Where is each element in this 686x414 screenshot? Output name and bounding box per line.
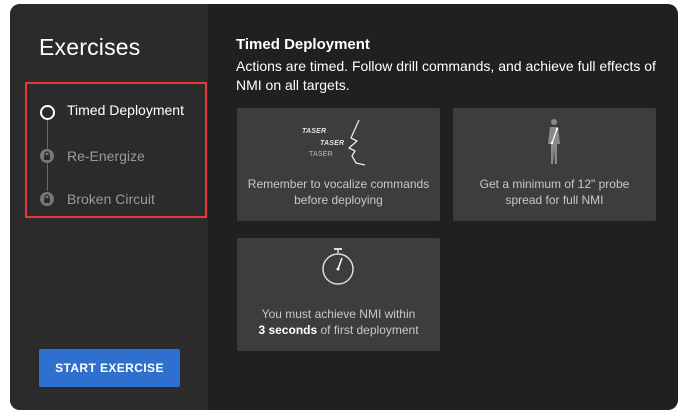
sidebar-title: Exercises — [39, 34, 141, 60]
stopwatch-icon — [322, 248, 354, 285]
card-text-emphasis: 3 seconds — [258, 323, 318, 337]
app-window: Exercises Timed Deployment Re-Energize B… — [10, 4, 678, 410]
tip-card-vocalize: TASER TASER TASER Remember to vocalize c… — [237, 108, 440, 221]
taser-word: TASER — [320, 140, 345, 147]
card-text-suffix: of first deployment — [320, 323, 419, 337]
start-exercise-button[interactable]: START EXERCISE — [39, 349, 180, 387]
card-text-prefix: You must achieve NMI within — [261, 307, 416, 321]
tip-card-timing: You must achieve NMI within 3 seconds of… — [237, 238, 440, 351]
card-text: You must achieve NMI within 3 seconds of… — [245, 306, 432, 338]
card-text: Remember to vocalize commands before dep… — [247, 177, 430, 207]
face-profile-icon — [348, 119, 366, 166]
card-text: Get a minimum of 12" probe spread for fu… — [479, 177, 630, 207]
exercise-description: Actions are timed. Follow drill commands… — [236, 58, 656, 93]
taser-word: TASER — [302, 128, 327, 135]
exercise-title: Timed Deployment — [236, 36, 370, 53]
exercises-sidebar: Exercises Timed Deployment Re-Energize B… — [10, 4, 208, 410]
tip-card-probe-spread: Get a minimum of 12" probe spread for fu… — [453, 108, 656, 221]
taser-word: TASER — [309, 151, 333, 158]
probe-spread-figure-icon — [548, 119, 560, 164]
selection-highlight — [25, 82, 207, 218]
exercise-detail-panel: Timed Deployment Actions are timed. Foll… — [208, 4, 678, 410]
